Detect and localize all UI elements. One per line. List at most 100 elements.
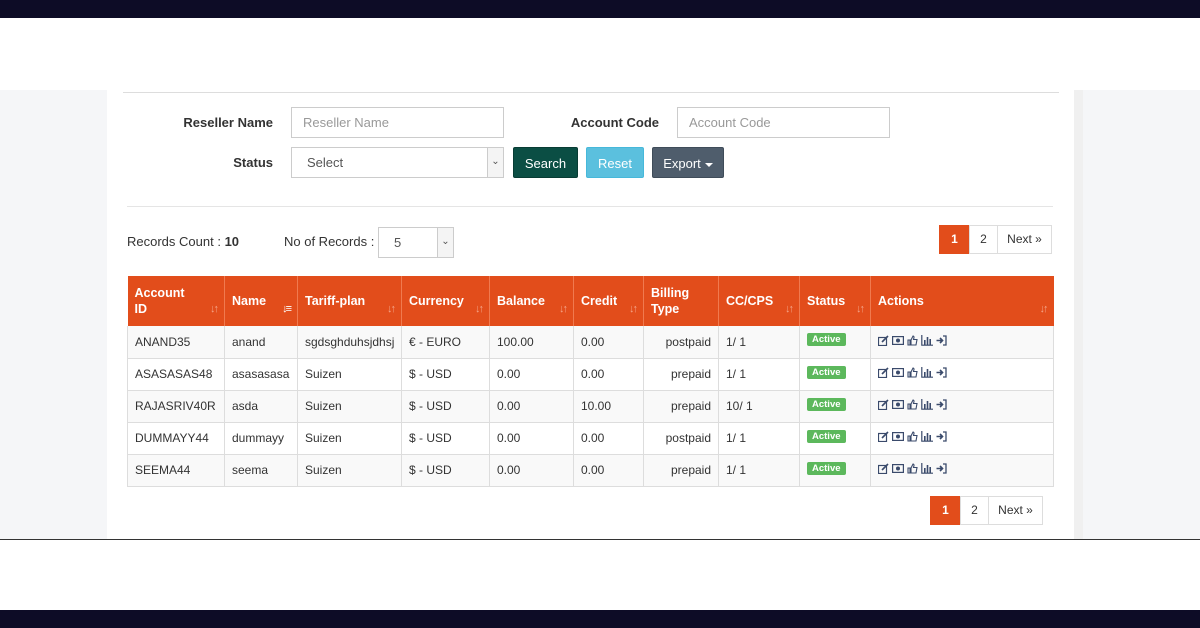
sort-icon: ↓↑	[785, 303, 794, 315]
money-icon[interactable]	[892, 431, 904, 442]
cell-balance: 0.00	[489, 454, 574, 487]
sign-in-icon[interactable]	[936, 367, 947, 378]
page-2-button[interactable]: 2	[969, 225, 998, 254]
status-select-value: Select	[307, 155, 344, 170]
col-status[interactable]: Status ↓↑	[799, 276, 871, 326]
page-2-button[interactable]: 2	[960, 496, 989, 525]
money-icon[interactable]	[892, 463, 904, 474]
cell-billing-type: prepaid	[643, 390, 719, 423]
thumbs-up-icon[interactable]	[907, 399, 918, 410]
cell-tariff-plan: Suizen	[297, 390, 402, 423]
thumbs-up-icon[interactable]	[907, 335, 918, 346]
sign-in-icon[interactable]	[936, 431, 947, 442]
panel-top-border	[123, 92, 1059, 93]
cell-billing-type: prepaid	[643, 454, 719, 487]
sort-icon: ↓↑	[559, 303, 568, 315]
cell-billing-type: postpaid	[643, 326, 719, 359]
bar-chart-icon[interactable]	[921, 399, 933, 410]
cell-actions	[870, 454, 1054, 487]
reset-button[interactable]: Reset	[586, 147, 644, 178]
table-row: SEEMA44 seema Suizen $ - USD 0.00 0.00 prepaid…	[127, 454, 1054, 487]
status-badge: Active	[807, 333, 846, 347]
edit-icon[interactable]	[878, 463, 889, 474]
col-name[interactable]: Name ↓≡	[224, 276, 298, 326]
records-count-value: 10	[224, 234, 240, 249]
pagination-top: 1 2 Next »	[939, 225, 1052, 254]
cell-status: Active	[799, 454, 871, 487]
table-header-row: Account ID ↓↑ Name ↓≡ Tariff-plan ↓↑ Curren…	[127, 276, 1054, 326]
status-badge: Active	[807, 365, 846, 379]
row-actions	[878, 399, 947, 410]
cell-balance: 0.00	[489, 390, 574, 423]
reseller-name-input[interactable]	[291, 107, 504, 138]
cell-billing-type: prepaid	[643, 358, 719, 391]
bar-chart-icon[interactable]	[921, 367, 933, 378]
next-page-button[interactable]: Next »	[997, 225, 1052, 254]
cell-balance: 0.00	[489, 358, 574, 391]
sort-asc-icon: ↓≡	[282, 303, 292, 315]
cell-status: Active	[799, 390, 871, 423]
records-per-page-select[interactable]: 5 ⌄	[378, 227, 454, 258]
top-frame-bar	[0, 0, 1200, 18]
col-billing-type[interactable]: Billing Type	[643, 276, 719, 326]
cell-account-id: RAJASRIV40R	[127, 390, 225, 423]
caret-down-icon	[704, 162, 713, 167]
sort-icon: ↓↑	[1039, 303, 1049, 315]
money-icon[interactable]	[892, 335, 904, 346]
sort-icon: ↓↑	[387, 303, 396, 315]
cell-name: asasasasa	[224, 358, 298, 391]
bar-chart-icon[interactable]	[921, 463, 933, 474]
chevron-down-icon: ⌄	[487, 148, 503, 177]
status-badge: Active	[807, 461, 846, 475]
col-cc-cps[interactable]: CC/CPS ↓↑	[718, 276, 800, 326]
money-icon[interactable]	[892, 367, 904, 378]
account-code-label: Account Code	[570, 115, 659, 130]
col-tariff-plan[interactable]: Tariff-plan ↓↑	[297, 276, 402, 326]
cell-billing-type: postpaid	[643, 422, 719, 455]
col-name-label: Name	[232, 294, 267, 308]
cell-credit: 10.00	[573, 390, 644, 423]
export-button[interactable]: Export	[652, 147, 724, 178]
col-balance[interactable]: Balance ↓↑	[489, 276, 574, 326]
edit-icon[interactable]	[878, 367, 889, 378]
cell-account-id: ASASASAS48	[127, 358, 225, 391]
page-1-button[interactable]: 1	[939, 225, 970, 254]
bar-chart-icon[interactable]	[921, 334, 933, 346]
bar-chart-icon[interactable]	[921, 431, 933, 442]
sign-in-icon[interactable]	[936, 463, 947, 474]
cell-actions	[870, 358, 1054, 391]
thumbs-up-icon[interactable]	[907, 431, 918, 442]
cell-currency: $ - USD	[401, 422, 490, 455]
table-row: ANAND35 anand sgdsghduhsjdhsj € - EURO 100.0…	[127, 326, 1054, 359]
col-currency[interactable]: Currency ↓↑	[401, 276, 490, 326]
search-button[interactable]: Search	[513, 147, 578, 178]
row-actions	[878, 431, 947, 442]
money-icon[interactable]	[892, 399, 904, 410]
table-row: ASASASAS48 asasasasa Suizen $ - USD 0.00 0.00…	[127, 358, 1054, 391]
edit-icon[interactable]	[878, 431, 889, 442]
sort-icon: ↓↑	[856, 303, 865, 315]
thumbs-up-icon[interactable]	[907, 367, 918, 378]
table-row: RAJASRIV40R asda Suizen $ - USD 0.00 10.00 pre…	[127, 390, 1054, 423]
thumbs-up-icon[interactable]	[907, 463, 918, 474]
account-code-input[interactable]	[677, 107, 890, 138]
status-select[interactable]: Select ⌄	[291, 147, 504, 178]
edit-icon[interactable]	[878, 335, 889, 346]
cell-actions	[870, 326, 1054, 359]
col-account-id[interactable]: Account ID ↓↑	[127, 276, 225, 326]
col-actions-label: Actions	[878, 294, 924, 308]
cell-actions	[870, 422, 1054, 455]
cell-tariff-plan: Suizen	[297, 454, 402, 487]
cell-name: asda	[224, 390, 298, 423]
next-page-button[interactable]: Next »	[988, 496, 1043, 525]
sign-in-icon[interactable]	[936, 399, 947, 410]
edit-icon[interactable]	[878, 399, 889, 410]
sign-in-icon[interactable]	[936, 335, 947, 346]
row-actions	[878, 334, 947, 346]
no-of-records-label: No of Records :	[284, 234, 375, 249]
cell-currency: $ - USD	[401, 358, 490, 391]
screenshot-bottom-edge	[0, 539, 1200, 540]
page-1-button[interactable]: 1	[930, 496, 961, 525]
col-credit[interactable]: Credit ↓↑	[573, 276, 644, 326]
app-screenshot: Reseller Name Account Code Status Select…	[0, 90, 1200, 540]
